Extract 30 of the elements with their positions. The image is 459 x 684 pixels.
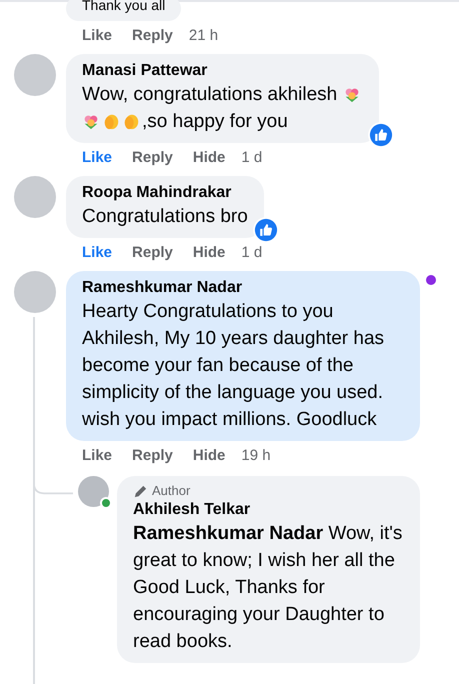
reply-text: Rameshkumar Nadar Wow, it's great to know; I wish her all the Good Luck, Thanks for encouraging your Daughter to read books. [133, 522, 404, 654]
reply-link[interactable]: Reply [132, 148, 173, 166]
hide-link[interactable]: Hide [192, 446, 226, 464]
comment-text: Wow, congratulations akhilesh [82, 84, 338, 105]
reply-link[interactable]: Reply [132, 244, 173, 260]
reply-link[interactable]: Reply [132, 26, 173, 44]
comment-text: Thank you all [82, 0, 166, 13]
comment-text: Hearty Congratulations to you Akhilesh, My 10 years daughter has become your fan because of the simplicity of the language you used. wish you impact millions. Goodluck [82, 301, 384, 430]
comment-time: 21 h [188, 26, 218, 44]
author-label: Author [152, 482, 190, 500]
like-link[interactable]: Like [82, 446, 112, 464]
commenter-name[interactable]: Roopa Mahindrakar [82, 183, 248, 203]
like-reaction-icon[interactable] [252, 216, 280, 244]
hide-link[interactable]: Hide [192, 148, 226, 166]
like-link[interactable]: Like [82, 244, 112, 260]
avatar[interactable] [78, 476, 109, 507]
pen-icon [133, 484, 148, 498]
commenter-name[interactable]: Akhilesh Telkar [133, 500, 404, 520]
comment-text: Congratulations bro [82, 206, 248, 227]
commenter-name[interactable]: Rameshkumar Nadar [82, 278, 404, 298]
reply-link[interactable]: Reply [132, 446, 173, 464]
like-link[interactable]: Like [82, 148, 112, 166]
comment-time: 1 d [241, 244, 262, 260]
comment-time: 1 d [241, 148, 262, 166]
comment-text: ,so happy for you [142, 111, 288, 132]
like-reaction-icon[interactable] [366, 121, 395, 149]
like-link[interactable]: Like [82, 26, 112, 44]
comment-time: 19 h [241, 446, 271, 464]
commenter-name[interactable]: Manasi Pattewar [82, 61, 363, 81]
hide-link[interactable]: Hide [192, 244, 226, 260]
